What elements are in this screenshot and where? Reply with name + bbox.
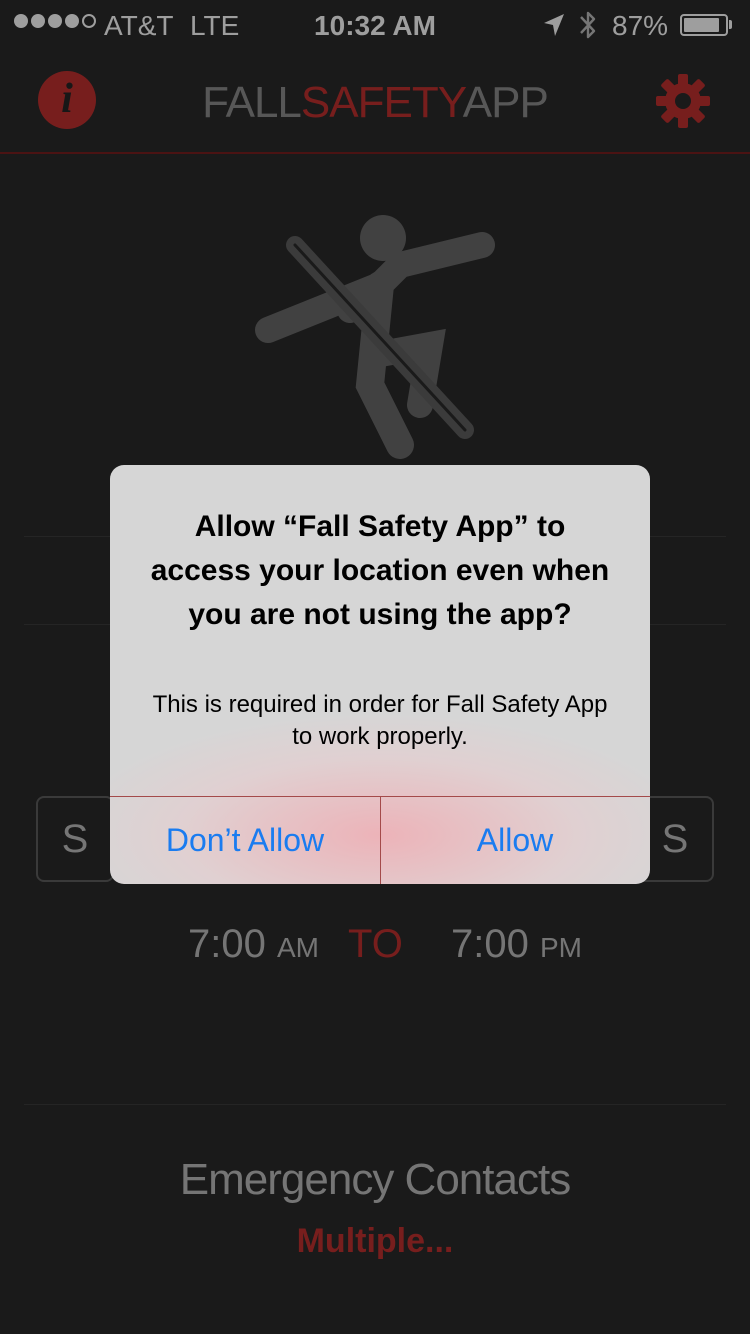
alert-message: This is required in order for Fall Safet… — [152, 691, 608, 750]
dont-allow-button[interactable]: Don’t Allow — [110, 797, 380, 884]
location-permission-alert: Allow “Fall Safety App” to access your l… — [110, 465, 650, 884]
allow-button[interactable]: Allow — [380, 797, 650, 884]
alert-title: Allow “Fall Safety App” to access your l… — [150, 510, 610, 631]
app-screen: AT&T LTE 10:32 AM 87% i FALLSAFETYAPP S … — [0, 0, 750, 1334]
